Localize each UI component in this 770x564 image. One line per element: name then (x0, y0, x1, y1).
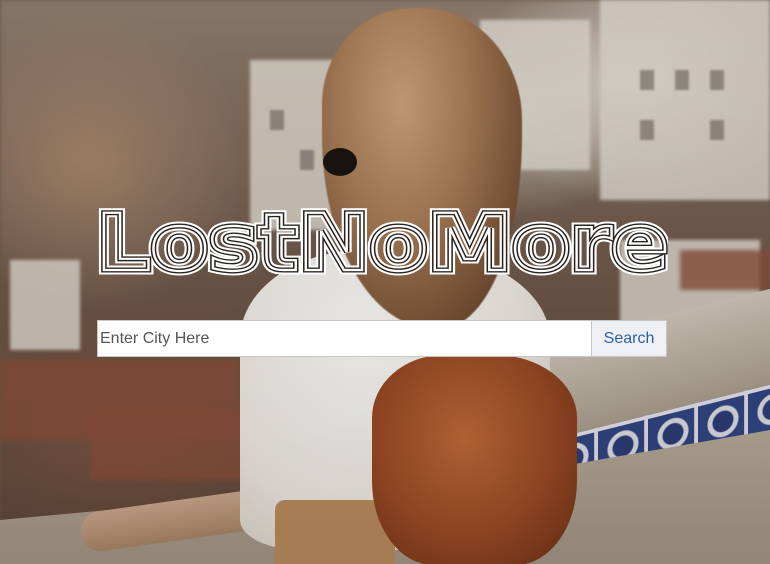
city-search-form: Search (97, 320, 667, 357)
site-title: .t1 { font-family: "DejaVu Sans", sans-s… (96, 204, 668, 280)
search-button[interactable]: Search (591, 320, 667, 357)
svg-text:LostNoMore: LostNoMore (96, 204, 668, 280)
city-search-input[interactable] (97, 320, 591, 357)
hero-background-photo (0, 0, 770, 564)
site-title-graphic: .t1 { font-family: "DejaVu Sans", sans-s… (96, 204, 668, 280)
